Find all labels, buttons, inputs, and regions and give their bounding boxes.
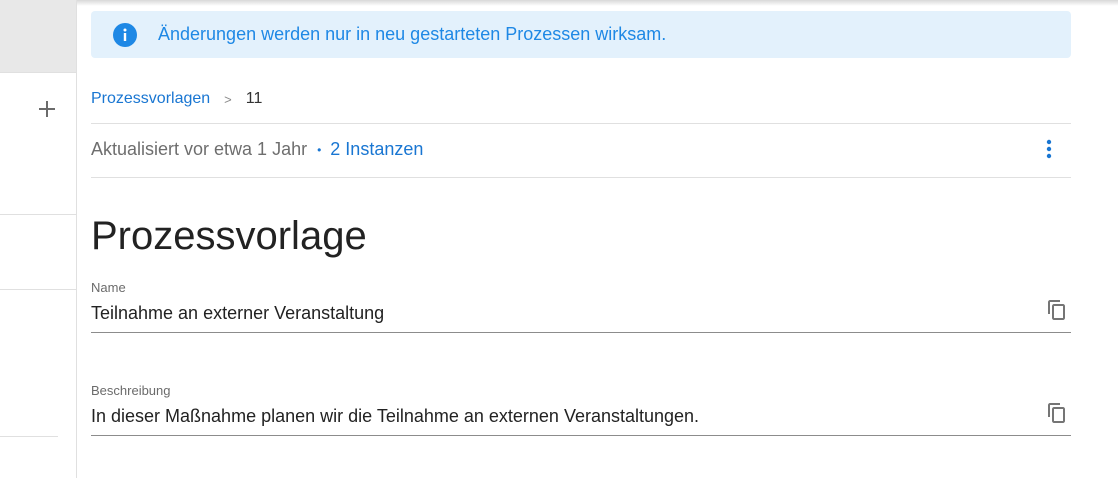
copy-name-button[interactable] bbox=[1045, 298, 1069, 322]
breadcrumb: Prozessvorlagen > 11 bbox=[91, 90, 262, 108]
app-root: Änderungen werden nur in neu gestarteten… bbox=[0, 0, 1118, 478]
breadcrumb-link-prozessvorlagen[interactable]: Prozessvorlagen bbox=[91, 90, 210, 108]
divider bbox=[91, 177, 1071, 178]
copy-icon bbox=[1048, 300, 1065, 320]
page-title: Prozessvorlage bbox=[91, 214, 367, 258]
sidebar-divider bbox=[0, 436, 58, 437]
divider bbox=[91, 123, 1071, 124]
name-field-value[interactable]: Teilnahme an externer Veranstaltung bbox=[91, 302, 1071, 332]
add-button[interactable] bbox=[32, 94, 62, 124]
description-field-value[interactable]: In dieser Maßnahme planen wir die Teilna… bbox=[91, 405, 1071, 435]
sidebar bbox=[0, 0, 77, 478]
info-icon bbox=[113, 22, 137, 47]
description-field-label: Beschreibung bbox=[91, 383, 171, 398]
meta-separator-dot: • bbox=[317, 142, 322, 157]
sidebar-item-selected[interactable] bbox=[0, 0, 76, 72]
breadcrumb-separator: > bbox=[224, 91, 232, 107]
updated-text: Aktualisiert vor etwa 1 Jahr bbox=[91, 139, 308, 159]
instances-link[interactable]: 2 Instanzen bbox=[330, 139, 423, 160]
copy-description-button[interactable] bbox=[1045, 401, 1069, 425]
sidebar-divider bbox=[0, 214, 76, 215]
name-field-label: Name bbox=[91, 280, 126, 295]
sidebar-divider bbox=[0, 289, 76, 290]
info-banner: Änderungen werden nur in neu gestarteten… bbox=[91, 11, 1071, 58]
info-banner-text: Änderungen werden nur in neu gestarteten… bbox=[158, 24, 667, 44]
breadcrumb-current: 11 bbox=[245, 90, 263, 107]
top-shadow bbox=[0, 0, 1118, 6]
copy-icon bbox=[1048, 403, 1065, 423]
more-menu-button[interactable] bbox=[1037, 137, 1061, 161]
name-field[interactable]: Name Teilnahme an externer Veranstaltung bbox=[91, 280, 1071, 333]
plus-icon bbox=[39, 101, 55, 117]
meta-row: Aktualisiert vor etwa 1 Jahr • 2 Instanz… bbox=[91, 139, 1071, 160]
sidebar-divider bbox=[0, 72, 76, 73]
more-vert-icon bbox=[1046, 139, 1052, 159]
description-field[interactable]: Beschreibung In dieser Maßnahme planen w… bbox=[91, 383, 1071, 436]
